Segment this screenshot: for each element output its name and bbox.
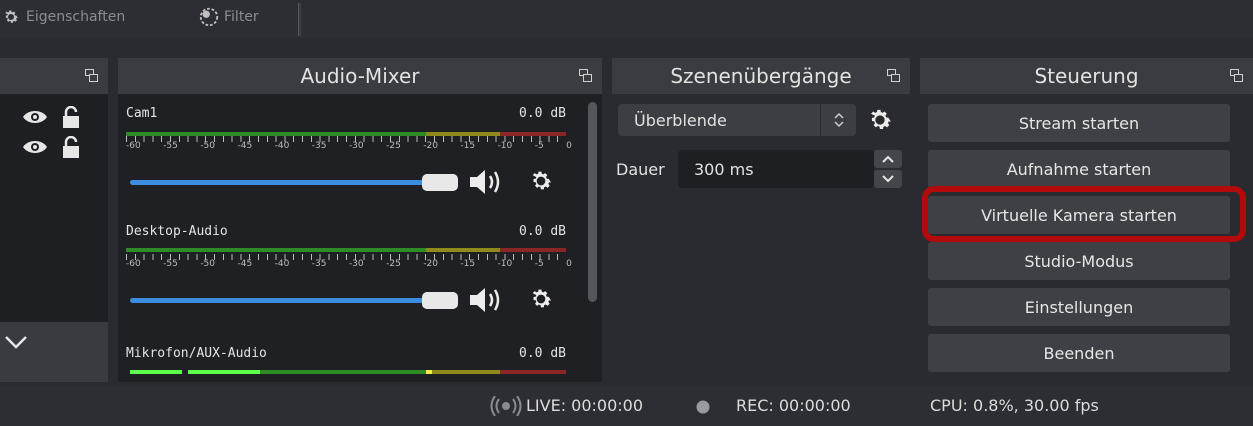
volume-slider[interactable] [130, 298, 434, 303]
controls-dock-header: Steuerung [920, 58, 1253, 94]
record-dot-icon [696, 400, 710, 414]
exit-button[interactable]: Beenden [928, 334, 1230, 372]
speaker-icon[interactable] [468, 286, 504, 314]
audio-mixer-panel: Cam1 0.0 dB -60 -55 -50 -45 -40 -35 -30 -25 -20-… [118, 94, 602, 382]
transitions-panel: Überblende Dauer 300 ms [612, 94, 910, 382]
sources-scroll-down[interactable] [0, 322, 108, 382]
transitions-title: Szenenübergänge [670, 64, 852, 88]
chevron-down-icon [5, 336, 27, 349]
source-row[interactable] [22, 106, 80, 128]
properties-label: Eigenschaften [26, 9, 126, 25]
undock-icon[interactable] [887, 69, 900, 82]
filter-label: Filter [224, 9, 259, 25]
channel-name: Cam1 [126, 106, 158, 121]
settings-button[interactable]: Einstellungen [928, 288, 1230, 326]
mixer-scrollbar[interactable] [588, 102, 597, 302]
undock-icon[interactable] [579, 69, 592, 82]
toolbar-separator [298, 3, 301, 36]
duration-value: 300 ms [694, 159, 754, 179]
lock-icon[interactable] [62, 136, 80, 158]
gear-icon[interactable] [866, 106, 894, 134]
volume-slider[interactable] [130, 180, 434, 185]
sources-dock-header [0, 58, 108, 94]
audio-mixer-title: Audio-Mixer [300, 64, 420, 88]
status-bar: LIVE: 00:00:00 REC: 00:00:00 CPU: 0.8%, … [0, 386, 1253, 426]
toolbar: Eigenschaften Filter [0, 0, 1253, 38]
duration-input[interactable]: 300 ms [678, 150, 874, 188]
gear-icon [0, 6, 22, 28]
chevron-up-icon[interactable] [874, 150, 902, 168]
duration-label: Dauer [616, 160, 665, 179]
start-recording-button[interactable]: Aufnahme starten [928, 150, 1230, 188]
channel-name: Mikrofon/AUX-Audio [126, 346, 267, 361]
controls-title: Steuerung [1034, 64, 1139, 88]
volume-slider-handle[interactable] [422, 292, 458, 309]
speaker-icon[interactable] [468, 168, 504, 196]
filter-button[interactable]: Filter [198, 6, 259, 28]
volume-slider-handle[interactable] [422, 174, 458, 191]
gear-icon[interactable] [528, 286, 554, 312]
chevron-down-icon[interactable] [874, 170, 902, 188]
channel-db: 0.0 dB [519, 346, 566, 361]
transitions-dock-header: Szenenübergänge [612, 58, 910, 94]
channel-name: Desktop-Audio [126, 224, 228, 239]
undock-icon[interactable] [85, 69, 98, 82]
highlight-box [922, 186, 1246, 242]
rec-timer: REC: 00:00:00 [736, 396, 851, 415]
broadcast-icon [490, 396, 522, 416]
transition-select[interactable]: Überblende [618, 104, 856, 136]
studio-mode-button[interactable]: Studio-Modus [928, 242, 1230, 280]
filter-icon [198, 6, 220, 28]
lock-icon[interactable] [62, 106, 80, 128]
meter-scale: -60 -55 -50 -45 -40 -35 -30 -25 -20 -15 -10 -5 0 [126, 259, 572, 269]
duration-stepper[interactable] [874, 150, 902, 188]
channel-db: 0.0 dB [519, 106, 566, 121]
volume-meter [126, 370, 566, 374]
undock-icon[interactable] [1230, 69, 1243, 82]
eye-icon[interactable] [22, 108, 48, 126]
audio-mixer-dock-header: Audio-Mixer [118, 58, 602, 94]
gear-icon[interactable] [528, 168, 554, 194]
source-row[interactable] [22, 136, 80, 158]
updown-arrows-icon [820, 104, 856, 136]
transition-selected: Überblende [634, 110, 727, 130]
properties-button[interactable]: Eigenschaften [0, 6, 125, 28]
cpu-status: CPU: 0.8%, 30.00 fps [930, 396, 1099, 415]
start-stream-button[interactable]: Stream starten [928, 104, 1230, 142]
channel-db: 0.0 dB [519, 224, 566, 239]
live-timer: LIVE: 00:00:00 [526, 396, 644, 415]
volume-meter [126, 248, 566, 252]
meter-scale: -60 -55 -50 -45 -40 -35 -30 -25 -20 -15 -10 -5 0 [126, 141, 572, 151]
eye-icon[interactable] [22, 138, 48, 156]
